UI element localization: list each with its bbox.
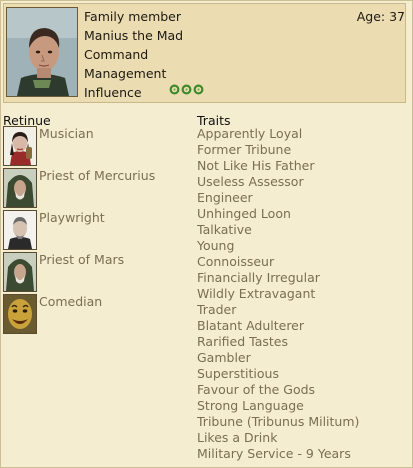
retinue-label: Playwright	[39, 210, 105, 225]
retinue-label: Musician	[39, 126, 94, 141]
trait-item[interactable]: Tribune (Tribunus Militum)	[197, 414, 359, 429]
portrait-image	[7, 8, 77, 96]
musician-icon	[3, 126, 37, 166]
trait-item[interactable]: Superstitious	[197, 366, 279, 381]
attribute-command: Command	[84, 47, 149, 62]
trait-item[interactable]: Apparently Loyal	[197, 126, 302, 141]
trait-item[interactable]: Young	[197, 238, 234, 253]
trait-item[interactable]: Engineer	[197, 190, 253, 205]
trait-item[interactable]: Rarified Tastes	[197, 334, 288, 349]
character-portrait[interactable]	[6, 7, 78, 97]
retinue-label: Priest of Mars	[39, 252, 125, 267]
trait-item[interactable]: Favour of the Gods	[197, 382, 315, 397]
comedian-mask-icon	[3, 294, 37, 334]
trait-item[interactable]: Useless Assessor	[197, 174, 304, 189]
attribute-influence: Influence	[84, 85, 142, 100]
trait-item[interactable]: Trader	[197, 302, 236, 317]
retinue-item[interactable]: Comedian	[3, 294, 193, 334]
trait-item[interactable]: Likes a Drink	[197, 430, 277, 445]
trait-item[interactable]: Unhinged Loon	[197, 206, 291, 221]
priest-hooded-icon	[3, 168, 37, 208]
trait-item[interactable]: Gambler	[197, 350, 251, 365]
trait-item[interactable]: Former Tribune	[197, 142, 291, 157]
laurel-icon	[169, 84, 180, 95]
retinue-label: Priest of Mercurius	[39, 168, 156, 183]
trait-item[interactable]: Connoisseur	[197, 254, 274, 269]
trait-item[interactable]: Wildly Extravagant	[197, 286, 315, 301]
trait-item[interactable]: Talkative	[197, 222, 252, 237]
trait-item[interactable]: Strong Language	[197, 398, 304, 413]
retinue-item[interactable]: Priest of Mercurius	[3, 168, 193, 208]
retinue-item[interactable]: Playwright	[3, 210, 193, 250]
trait-item[interactable]: Financially Irregular	[197, 270, 320, 285]
trait-item[interactable]: Not Like His Father	[197, 158, 314, 173]
character-name: Manius the Mad	[84, 28, 184, 43]
retinue-item[interactable]: Priest of Mars	[3, 252, 193, 292]
relation-label: Family member	[84, 9, 182, 24]
laurel-icon	[193, 84, 204, 95]
retinue-item[interactable]: Musician	[3, 126, 193, 166]
laurel-icon	[181, 84, 192, 95]
trait-item[interactable]: Military Service - 9 Years	[197, 446, 351, 461]
retinue-label: Comedian	[39, 294, 103, 309]
influence-pips	[169, 84, 204, 95]
playwright-icon	[3, 210, 37, 250]
age-label: Age: 37	[356, 9, 405, 24]
attribute-management: Management	[84, 66, 167, 81]
trait-item[interactable]: Blatant Adulterer	[197, 318, 304, 333]
priest-hooded-icon	[3, 252, 37, 292]
